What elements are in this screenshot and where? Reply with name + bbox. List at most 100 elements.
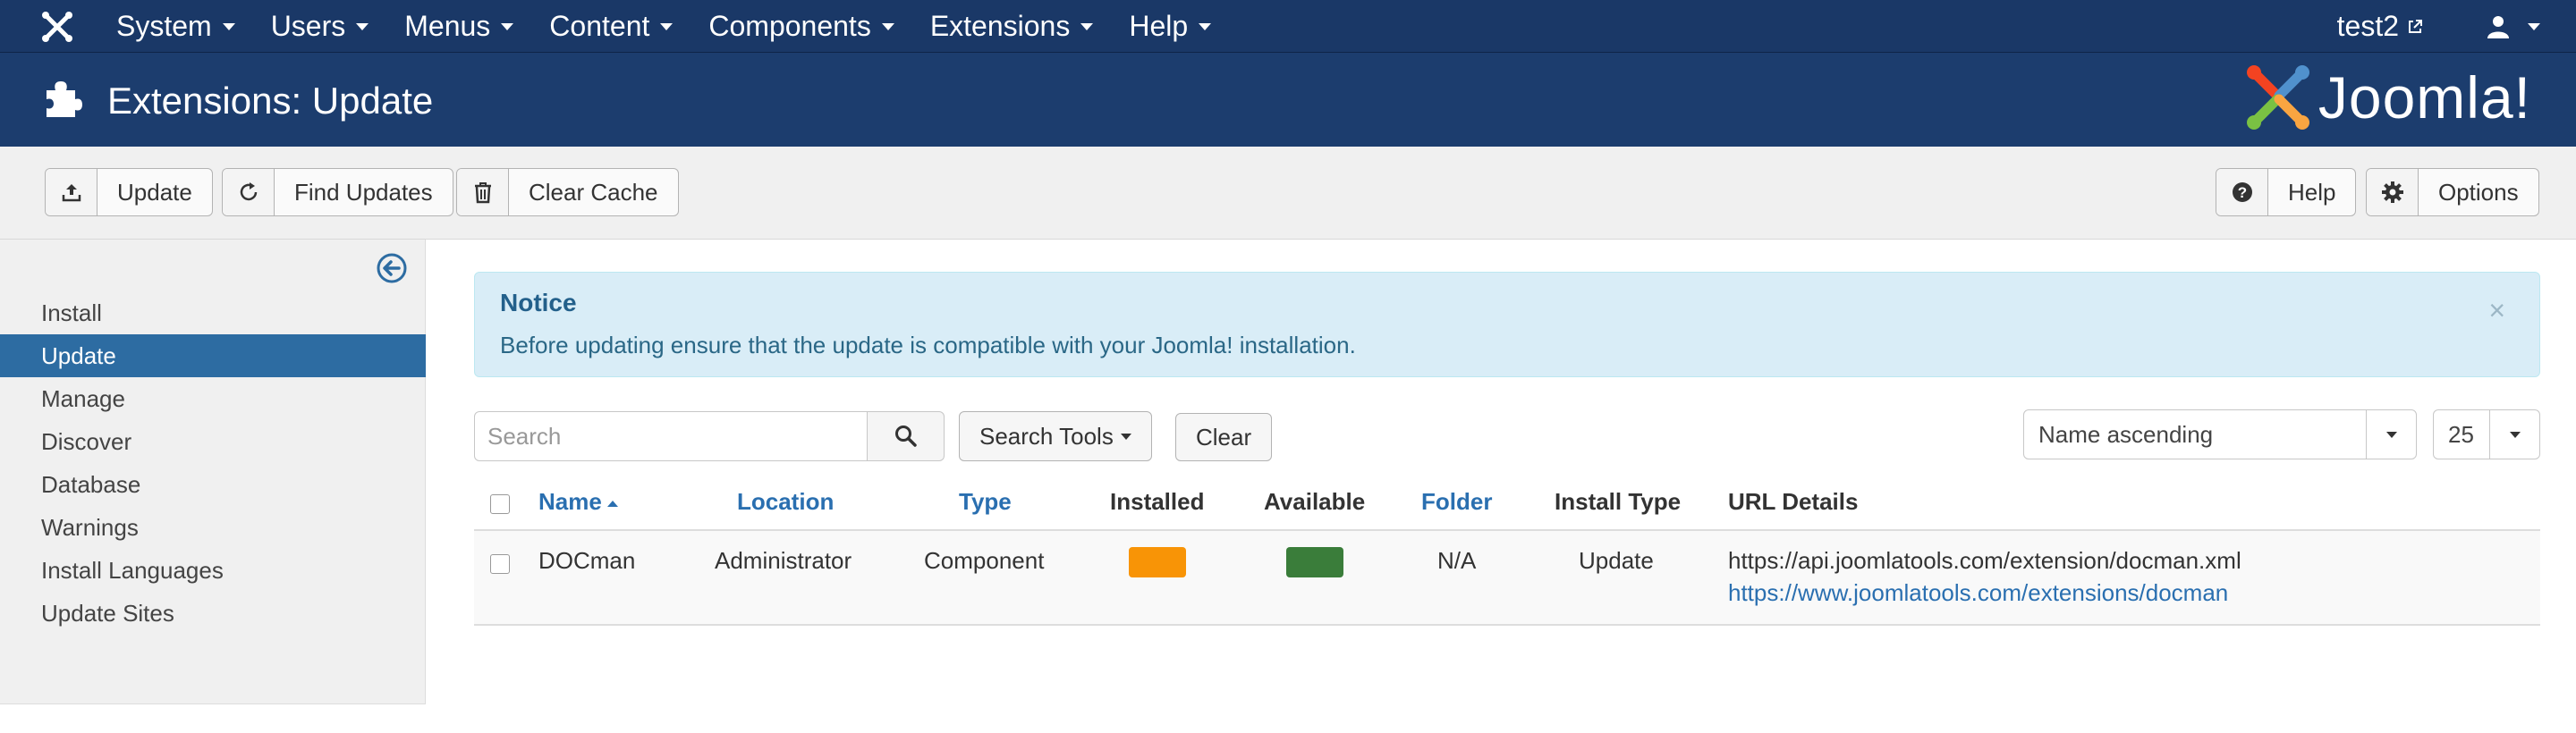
updates-table: Name Location Type Installed Available F… (474, 470, 2540, 626)
menu-label: Extensions (929, 10, 1071, 42)
find-updates-button[interactable]: Find Updates (222, 168, 453, 216)
column-type[interactable]: Type (959, 488, 1012, 516)
row-details-link[interactable]: https://www.joomlatools.com/extensions/d… (1728, 579, 2228, 607)
column-name[interactable]: Name (538, 488, 618, 516)
menu-label: Menus (404, 10, 491, 42)
page-title: Extensions: Update (107, 80, 434, 122)
select-all-checkbox[interactable] (490, 494, 510, 514)
row-location: Administrator (715, 547, 852, 574)
menu-label: Components (708, 10, 871, 42)
brand-name: Joomla! (2318, 64, 2531, 131)
chevron-down-icon (2366, 410, 2416, 459)
caret-down-icon (501, 22, 514, 30)
joomla-icon[interactable] (39, 9, 75, 45)
collapse-sidebar-icon[interactable] (376, 252, 408, 284)
row-name: DOCman (538, 547, 636, 574)
search-icon (894, 425, 917, 447)
caret-down-icon (222, 22, 235, 30)
sidebar-list: Install Update Manage Discover Database … (0, 291, 426, 635)
column-name-label: Name (538, 488, 602, 515)
sidebar: Install Update Manage Discover Database … (0, 240, 426, 704)
svg-text:?: ? (2237, 184, 2246, 201)
site-name: test2 (2336, 10, 2399, 42)
close-icon[interactable]: × (2488, 294, 2505, 327)
notice-alert: Notice Before updating ensure that the u… (474, 272, 2540, 377)
joomla-logo-icon (2246, 65, 2309, 130)
menu-extensions[interactable]: Extensions (912, 0, 1112, 53)
column-location[interactable]: Location (737, 488, 834, 516)
caret-down-icon (660, 22, 674, 30)
chevron-down-icon (2489, 410, 2539, 459)
options-label: Options (2438, 178, 2519, 206)
update-button[interactable]: Update (45, 168, 213, 216)
menu-label: System (116, 10, 212, 42)
trash-icon (457, 169, 509, 215)
page-header: Extensions: Update Joomla! (0, 53, 2576, 147)
menu-label: Content (549, 10, 650, 42)
nav-right: test2 (2337, 0, 2540, 53)
sidebar-item-database[interactable]: Database (0, 463, 426, 506)
search-tools-label: Search Tools (979, 422, 1114, 450)
find-updates-label: Find Updates (294, 178, 433, 206)
clear-cache-label: Clear Cache (529, 178, 658, 206)
search-tools-button[interactable]: Search Tools (959, 411, 1152, 461)
menu-content[interactable]: Content (531, 0, 691, 53)
puzzle-icon (47, 81, 82, 117)
column-install-type: Install Type (1555, 488, 1682, 515)
caret-down-icon (356, 22, 369, 30)
sidebar-item-warnings[interactable]: Warnings (0, 506, 426, 549)
refresh-icon (223, 169, 275, 215)
column-installed: Installed (1110, 488, 1205, 515)
question-circle-icon: ? (2216, 169, 2268, 215)
notice-title: Notice (500, 289, 577, 316)
menu-users[interactable]: Users (253, 0, 387, 53)
search-group (474, 411, 945, 461)
external-link-icon (2409, 19, 2422, 33)
clear-label: Clear (1196, 423, 1252, 451)
top-navbar: System Users Menus Content Components Ex… (0, 0, 2576, 53)
menu-help[interactable]: Help (1111, 0, 1229, 53)
sidebar-item-install[interactable]: Install (0, 291, 426, 334)
main-menu: System Users Menus Content Components Ex… (98, 0, 1229, 53)
table-row: DOCman Administrator Component N/A Updat… (474, 531, 2540, 626)
toolbar: Update Find Updates Clear Cache ? Help O… (0, 147, 2576, 240)
ordering-value: Name ascending (2038, 420, 2214, 448)
gear-icon (2367, 169, 2419, 215)
upload-icon (46, 169, 97, 215)
row-folder: N/A (1437, 547, 1477, 574)
sidebar-item-manage[interactable]: Manage (0, 377, 426, 420)
installed-version-badge (1129, 547, 1186, 577)
search-input[interactable] (474, 411, 868, 461)
sidebar-item-update[interactable]: Update (0, 334, 426, 377)
update-label: Update (117, 178, 192, 206)
caret-down-icon (881, 22, 894, 30)
available-version-badge (1286, 547, 1343, 577)
help-label: Help (2288, 178, 2336, 206)
search-button[interactable] (868, 411, 945, 461)
menu-components[interactable]: Components (691, 0, 911, 53)
help-button[interactable]: ? Help (2216, 168, 2357, 216)
clear-cache-button[interactable]: Clear Cache (456, 168, 679, 216)
sidebar-item-install-languages[interactable]: Install Languages (0, 549, 426, 592)
menu-label: Help (1129, 10, 1189, 42)
column-folder[interactable]: Folder (1421, 488, 1492, 516)
column-available: Available (1264, 488, 1366, 515)
limit-select[interactable]: 25 (2433, 409, 2540, 459)
sidebar-item-discover[interactable]: Discover (0, 420, 426, 463)
clear-button[interactable]: Clear (1175, 413, 1273, 461)
menu-system[interactable]: System (98, 0, 253, 53)
row-checkbox[interactable] (490, 554, 510, 574)
column-url-details: URL Details (1728, 488, 1859, 515)
joomla-logo: Joomla! (2243, 63, 2531, 131)
site-link[interactable]: test2 (2337, 10, 2424, 43)
ordering-select[interactable]: Name ascending (2023, 409, 2417, 459)
caret-down-icon (1080, 22, 1094, 30)
options-button[interactable]: Options (2366, 168, 2539, 216)
table-header: Name Location Type Installed Available F… (474, 470, 2540, 531)
user-icon (2487, 15, 2509, 38)
row-update-url: https://api.joomlatools.com/extension/do… (1728, 547, 2241, 574)
caret-down-icon (1120, 433, 1131, 440)
sidebar-item-update-sites[interactable]: Update Sites (0, 592, 426, 635)
user-menu[interactable] (2487, 14, 2540, 39)
menu-menus[interactable]: Menus (386, 0, 531, 53)
